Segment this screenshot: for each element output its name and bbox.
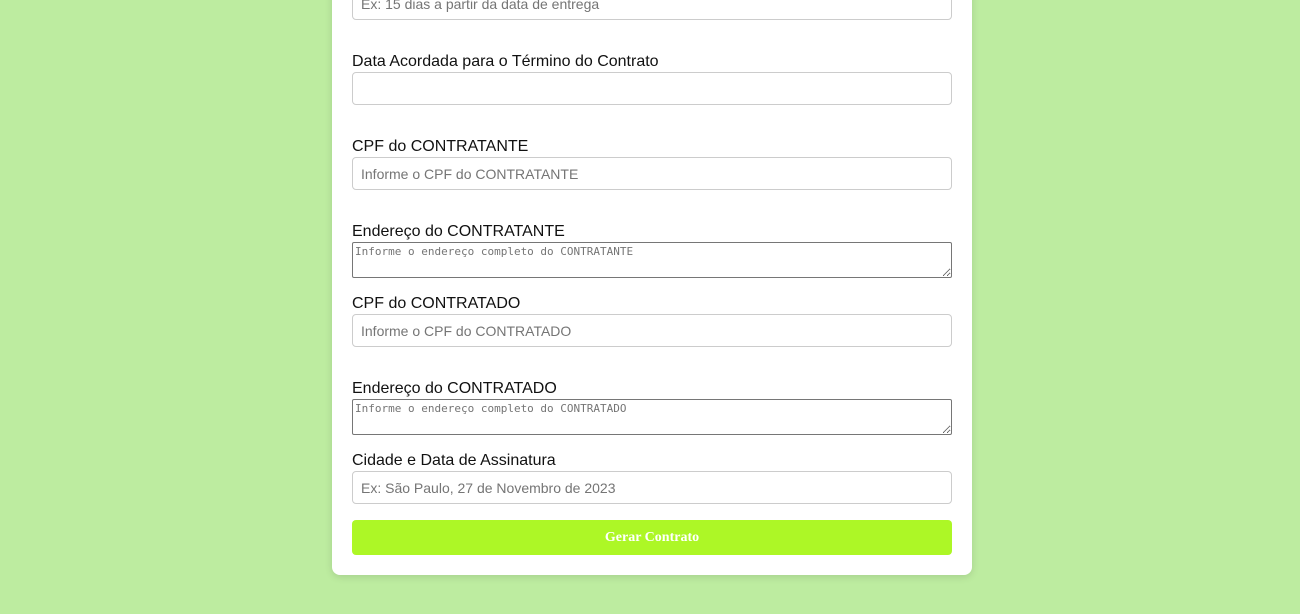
generate-contract-button[interactable]: Gerar Contrato <box>352 520 952 555</box>
signing-city-date-label: Cidade e Data de Assinatura <box>352 452 556 469</box>
contratante-cpf-input[interactable] <box>352 157 952 190</box>
contratado-address-textarea[interactable] <box>352 399 952 435</box>
delivery-term-input[interactable] <box>352 0 952 20</box>
contratante-address-textarea[interactable] <box>352 242 952 278</box>
contratado-address-label: Endereço do CONTRATADO <box>352 380 557 397</box>
contratado-cpf-input[interactable] <box>352 314 952 347</box>
contratado-cpf-label: CPF do CONTRATADO <box>352 295 521 312</box>
signing-city-date-input[interactable] <box>352 471 952 504</box>
contract-end-date-label: Data Acordada para o Término do Contrato <box>352 53 659 70</box>
contratante-cpf-label: CPF do CONTRATANTE <box>352 138 529 155</box>
contratante-address-label: Endereço do CONTRATANTE <box>352 223 565 240</box>
contract-end-date-input[interactable] <box>352 72 952 105</box>
